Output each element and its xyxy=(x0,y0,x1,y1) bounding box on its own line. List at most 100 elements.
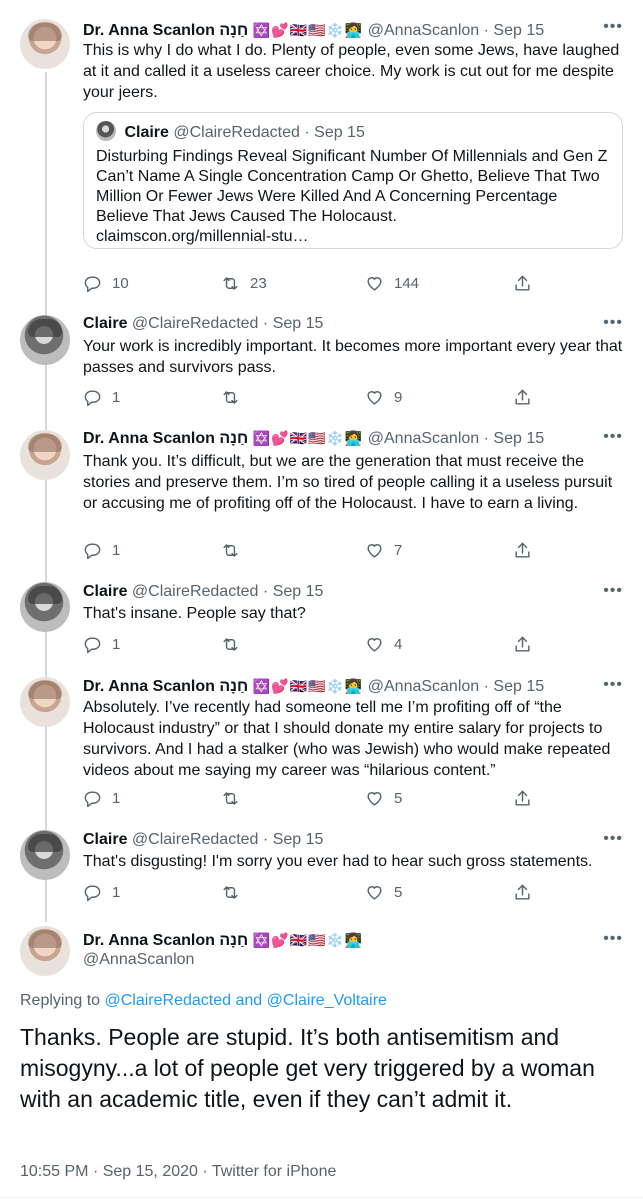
avatar[interactable] xyxy=(20,677,70,727)
retweet-count: 23 xyxy=(250,274,267,292)
share-icon xyxy=(515,542,530,558)
tweet[interactable]: Dr. Anna Scanlon חַנָה ✡️💕🇬🇧🇺🇸❄️👩‍💻 @Ann… xyxy=(0,0,643,302)
tweet-text: Absolutely. I’ve recently had someone te… xyxy=(83,699,611,779)
heart-icon xyxy=(367,276,382,291)
retweet-button[interactable]: 23 xyxy=(221,272,267,294)
reply-count: 10 xyxy=(112,274,129,292)
handle[interactable]: @AnnaScanlon xyxy=(83,951,194,968)
more-icon[interactable]: ••• xyxy=(603,582,623,600)
tweet-client[interactable]: Twitter for iPhone xyxy=(212,1163,337,1180)
reply-count: 1 xyxy=(112,541,121,559)
name-emoji: ✡️💕🇬🇧🇺🇸❄️👩‍💻 xyxy=(252,22,364,38)
like-count: 5 xyxy=(394,883,403,901)
quoted-tweet[interactable]: Claire @ClaireRedacted · Sep 15 Disturbi… xyxy=(83,112,623,249)
tweet-date[interactable]: Sep 15 xyxy=(493,430,544,447)
tweet-date[interactable]: Sep 15 xyxy=(273,831,324,848)
avatar[interactable] xyxy=(20,315,70,365)
quoted-avatar xyxy=(96,121,116,141)
tweet-text: That's insane. People say that? xyxy=(83,605,306,622)
retweet-button[interactable] xyxy=(221,633,250,655)
share-icon xyxy=(515,790,530,806)
tweet[interactable]: Claire @ClaireRedacted · Sep 15 ••• That… xyxy=(0,577,643,672)
tweet-time[interactable]: 10:55 PM xyxy=(20,1163,88,1180)
display-name[interactable]: Dr. Anna Scanlon חַנָה xyxy=(83,932,248,949)
reply-count: 1 xyxy=(112,789,121,807)
retweet-button[interactable] xyxy=(221,386,250,408)
quoted-link[interactable]: claimscon.org/millennial-stu… xyxy=(96,227,610,247)
display-name[interactable]: Claire xyxy=(83,831,127,848)
avatar[interactable] xyxy=(20,430,70,480)
heart-icon xyxy=(367,390,382,405)
handle[interactable]: @AnnaScanlon xyxy=(368,430,479,447)
tweet-date[interactable]: Sep 15 xyxy=(493,678,544,695)
more-icon[interactable]: ••• xyxy=(603,930,623,948)
handle[interactable]: @AnnaScanlon xyxy=(368,22,479,39)
share-icon xyxy=(515,636,530,652)
more-icon[interactable]: ••• xyxy=(603,830,623,848)
reply-button[interactable]: 1 xyxy=(83,633,120,655)
avatar[interactable] xyxy=(20,582,70,632)
like-button[interactable]: 9 xyxy=(365,386,402,408)
quoted-date: Sep 15 xyxy=(314,124,365,141)
name-emoji: ✡️💕🇬🇧🇺🇸❄️👩‍💻 xyxy=(252,678,364,694)
reply-icon xyxy=(84,636,101,653)
display-name[interactable]: Claire xyxy=(83,583,127,600)
tweet-full-date[interactable]: Sep 15, 2020 xyxy=(103,1163,198,1180)
handle[interactable]: @ClaireRedacted xyxy=(132,315,259,332)
mention-link[interactable]: @ClaireRedacted xyxy=(105,992,232,1009)
retweet-button[interactable] xyxy=(221,787,250,809)
tweet-date[interactable]: Sep 15 xyxy=(273,583,324,600)
share-button[interactable] xyxy=(513,272,532,294)
display-name[interactable]: Dr. Anna Scanlon חַנָה xyxy=(83,22,248,39)
display-name[interactable]: Dr. Anna Scanlon חַנָה xyxy=(83,430,248,447)
reply-button[interactable]: 1 xyxy=(83,881,120,903)
share-button[interactable] xyxy=(513,881,532,903)
like-count: 5 xyxy=(394,789,403,807)
like-button[interactable]: 5 xyxy=(365,881,402,903)
reply-button[interactable]: 1 xyxy=(83,386,120,408)
display-name[interactable]: Dr. Anna Scanlon חַנָה xyxy=(83,678,248,695)
retweet-icon xyxy=(223,637,238,651)
like-button[interactable]: 4 xyxy=(365,633,402,655)
reply-icon xyxy=(84,790,101,807)
more-icon[interactable]: ••• xyxy=(603,314,623,332)
handle[interactable]: @AnnaScanlon xyxy=(368,678,479,695)
share-button[interactable] xyxy=(513,633,532,655)
reply-icon xyxy=(84,389,101,406)
retweet-icon xyxy=(223,791,238,805)
mention-link[interactable]: @Claire_Voltaire xyxy=(267,992,387,1009)
like-button[interactable]: 5 xyxy=(365,787,402,809)
tweet-text: This is why I do what I do. Plenty of pe… xyxy=(83,42,620,101)
heart-icon xyxy=(367,637,382,652)
share-button[interactable] xyxy=(513,386,532,408)
action-bar: 1 7 xyxy=(83,539,543,561)
handle[interactable]: @ClaireRedacted xyxy=(132,583,259,600)
tweet-text: Thank you. It’s difficult, but we are th… xyxy=(83,453,613,512)
action-bar: 1 9 xyxy=(83,386,543,408)
share-button[interactable] xyxy=(513,787,532,809)
retweet-button[interactable] xyxy=(221,539,250,561)
avatar[interactable] xyxy=(20,19,70,69)
like-button[interactable]: 144 xyxy=(365,272,419,294)
reply-button[interactable]: 10 xyxy=(83,272,129,294)
tweet[interactable]: Dr. Anna Scanlon חַנָה ✡️💕🇬🇧🇺🇸❄️👩‍💻 @Ann… xyxy=(0,672,643,827)
tweet-date[interactable]: Sep 15 xyxy=(493,22,544,39)
more-icon[interactable]: ••• xyxy=(603,676,623,694)
tweet[interactable]: Dr. Anna Scanlon חַנָה ✡️💕🇬🇧🇺🇸❄️👩‍💻 @Ann… xyxy=(0,422,643,577)
name-emoji: ✡️💕🇬🇧🇺🇸❄️👩‍💻 xyxy=(252,430,364,446)
tweet[interactable]: Claire @ClaireRedacted · Sep 15 ••• That… xyxy=(0,827,643,922)
share-button[interactable] xyxy=(513,539,532,561)
more-icon[interactable]: ••• xyxy=(603,428,623,446)
divider xyxy=(0,1197,643,1198)
reply-button[interactable]: 1 xyxy=(83,539,120,561)
avatar[interactable] xyxy=(20,926,70,976)
tweet[interactable]: Claire @ClaireRedacted · Sep 15 ••• Your… xyxy=(0,302,643,422)
handle[interactable]: @ClaireRedacted xyxy=(132,831,259,848)
reply-button[interactable]: 1 xyxy=(83,787,120,809)
like-button[interactable]: 7 xyxy=(365,539,402,561)
tweet-date[interactable]: Sep 15 xyxy=(273,315,324,332)
avatar[interactable] xyxy=(20,830,70,880)
display-name[interactable]: Claire xyxy=(83,315,127,332)
more-icon[interactable]: ••• xyxy=(603,18,623,36)
retweet-button[interactable] xyxy=(221,881,250,903)
